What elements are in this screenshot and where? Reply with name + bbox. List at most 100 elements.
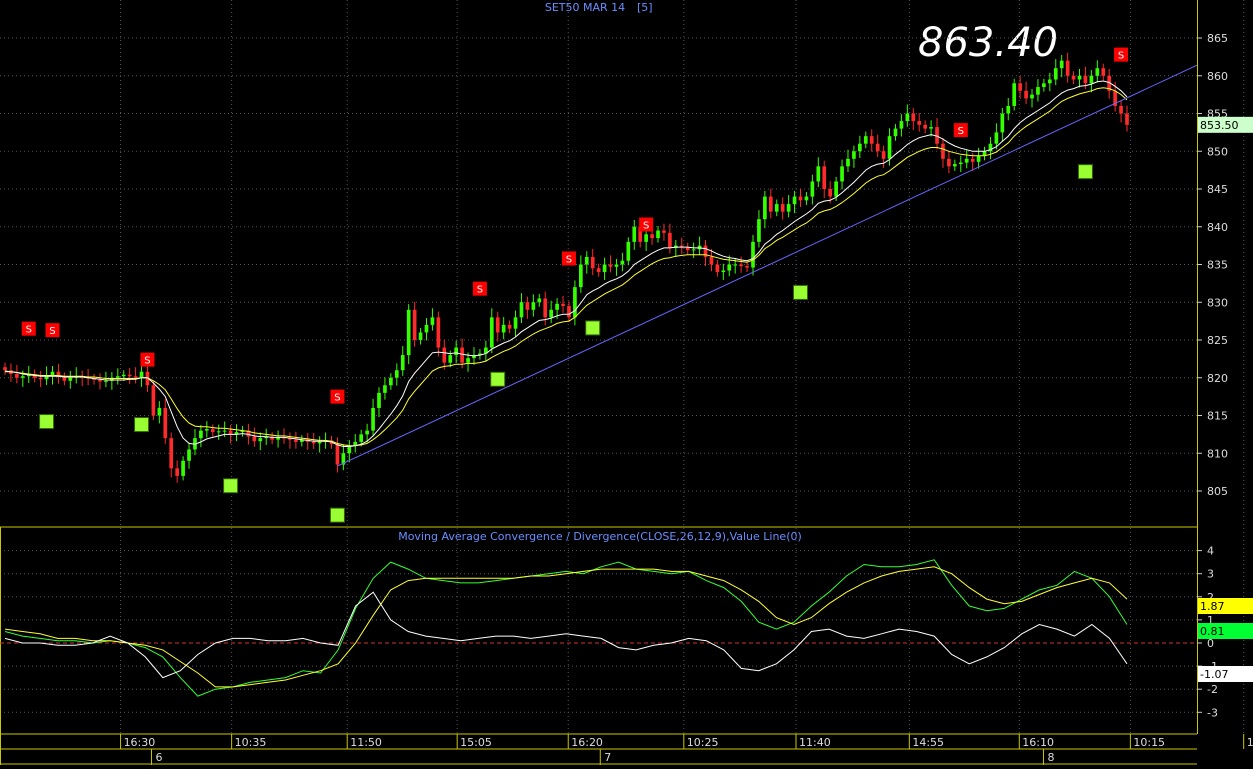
candle-body bbox=[1024, 90, 1028, 99]
candle-body bbox=[923, 124, 927, 129]
macd-tick-label: 3 bbox=[1207, 568, 1214, 581]
candle-body bbox=[104, 380, 108, 382]
candle-body bbox=[757, 219, 761, 242]
trading-chart[interactable]: SET50 MAR 14 [5] 863.40 Moving Average C… bbox=[0, 0, 1253, 765]
candle-body bbox=[460, 347, 464, 363]
candle-body bbox=[210, 429, 215, 433]
candle-body bbox=[1047, 79, 1052, 84]
day-label: 6 bbox=[155, 751, 162, 764]
candle-body bbox=[751, 241, 755, 268]
macd-value-label: 1.87 bbox=[1200, 600, 1225, 613]
price-tick-label: 820 bbox=[1207, 372, 1228, 385]
macd-value-label: -1.07 bbox=[1200, 668, 1228, 681]
candle-body bbox=[1095, 68, 1100, 76]
candle-body bbox=[739, 264, 743, 267]
candle-body bbox=[294, 439, 298, 442]
candle-body bbox=[187, 449, 191, 461]
buy-signal-marker bbox=[490, 371, 506, 387]
price-chart-title: SET50 MAR 14 bbox=[545, 1, 625, 14]
candle-body bbox=[1101, 68, 1106, 76]
candle-body bbox=[1125, 113, 1129, 125]
candle-body bbox=[1065, 60, 1070, 76]
candle-body bbox=[1000, 113, 1005, 133]
candle-body bbox=[365, 430, 369, 435]
sell-signal-label: S bbox=[26, 325, 32, 336]
sell-signal-label: S bbox=[643, 220, 649, 231]
candle-body bbox=[377, 392, 381, 408]
candle-body bbox=[151, 385, 156, 416]
chart-root: SET50 MAR 14 [5] 863.40 Moving Average C… bbox=[0, 0, 1253, 765]
candle-body bbox=[531, 302, 536, 310]
candle-body bbox=[62, 376, 67, 381]
price-tick-label: 865 bbox=[1207, 32, 1228, 45]
candle-body bbox=[840, 166, 844, 182]
candle-body bbox=[929, 127, 933, 129]
price-tick-label: 835 bbox=[1207, 259, 1228, 272]
candle-body bbox=[1030, 94, 1034, 99]
time-label: 16:10 bbox=[1022, 736, 1054, 749]
sell-signal-label: S bbox=[566, 254, 572, 265]
candle-body bbox=[869, 136, 874, 144]
candle-body bbox=[127, 374, 132, 377]
candle-body bbox=[650, 234, 654, 239]
candle-body bbox=[964, 158, 969, 163]
candle-body bbox=[846, 158, 850, 167]
sell-signal-label: S bbox=[334, 393, 340, 404]
time-label: 10:35 bbox=[235, 736, 267, 749]
candle-body bbox=[1053, 68, 1058, 80]
candle-body bbox=[911, 113, 916, 122]
candle-body bbox=[1006, 105, 1011, 114]
macd-title: Moving Average Convergence / Divergence(… bbox=[398, 530, 802, 543]
price-tick-label: 845 bbox=[1207, 183, 1228, 196]
time-label: 10:25 bbox=[687, 736, 719, 749]
big-price-label: 863.40 bbox=[918, 20, 1058, 66]
candle-body bbox=[335, 444, 340, 465]
candle-body bbox=[1018, 83, 1022, 91]
candle-body bbox=[216, 431, 221, 433]
candle-body bbox=[430, 317, 435, 325]
candle-body bbox=[573, 287, 577, 318]
buy-signal-marker bbox=[134, 417, 150, 433]
candle-body bbox=[858, 143, 862, 152]
candle-body bbox=[941, 143, 945, 159]
candle-body bbox=[394, 370, 399, 378]
price-tick-label: 805 bbox=[1207, 485, 1228, 498]
candle-body bbox=[157, 407, 162, 416]
candle-body bbox=[442, 347, 447, 363]
candle-body bbox=[311, 441, 316, 444]
buy-signal-marker bbox=[792, 284, 808, 300]
candle-body bbox=[656, 230, 660, 239]
candle-body bbox=[899, 121, 904, 129]
candle-body bbox=[1089, 75, 1094, 84]
candle-body bbox=[567, 306, 571, 318]
candle-body bbox=[721, 270, 726, 273]
candle-body bbox=[786, 204, 791, 212]
candle-body bbox=[620, 260, 625, 265]
candle-body bbox=[252, 436, 257, 442]
candle-body bbox=[834, 181, 838, 197]
time-label: 10:15 bbox=[1133, 736, 1165, 749]
candle-body bbox=[519, 302, 524, 318]
candle-body bbox=[1012, 83, 1017, 106]
candle-body bbox=[1059, 60, 1064, 69]
candle-body bbox=[371, 407, 375, 431]
candle-body bbox=[495, 317, 500, 333]
time-label: 16:20 bbox=[571, 736, 603, 749]
candle-body bbox=[715, 264, 720, 273]
candle-body bbox=[317, 441, 322, 444]
candle-body bbox=[543, 298, 548, 318]
candle-body bbox=[810, 181, 815, 197]
sell-signal-label: S bbox=[144, 356, 150, 367]
time-label: 15:05 bbox=[460, 736, 492, 749]
candle-body bbox=[953, 164, 957, 167]
candle-body bbox=[448, 355, 453, 363]
day-label: 7 bbox=[604, 751, 611, 764]
candle-body bbox=[947, 158, 951, 167]
candle-body bbox=[258, 438, 263, 442]
time-label: 14:55 bbox=[912, 736, 944, 749]
candle-body bbox=[169, 438, 174, 469]
candle-body bbox=[406, 309, 411, 356]
candle-body bbox=[507, 324, 512, 329]
candle-body bbox=[205, 429, 209, 431]
candle-body bbox=[691, 249, 696, 251]
